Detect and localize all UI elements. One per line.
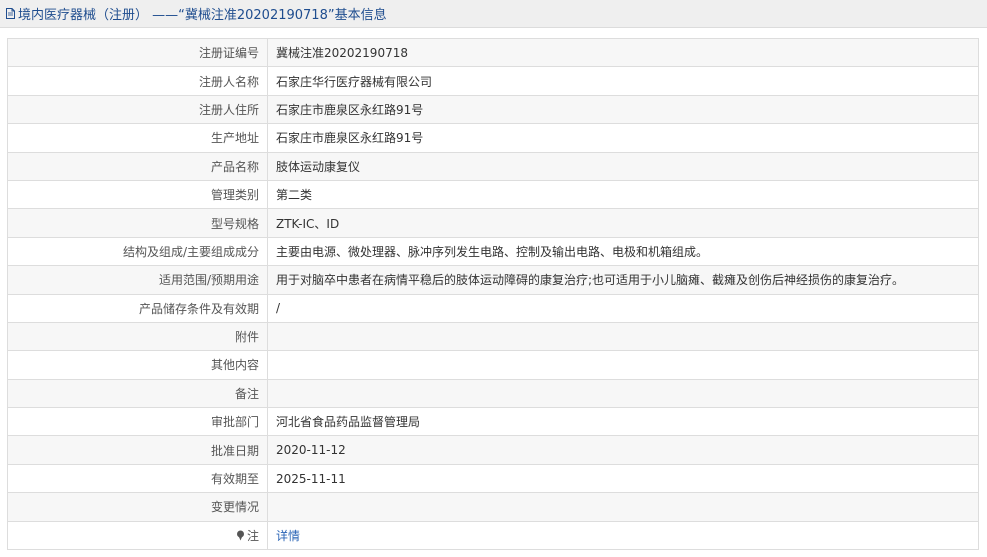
row-value: 冀械注准20202190718 [267,37,979,68]
page-header: 境内医疗器械（注册） ——“冀械注准20202190718”基本信息 [0,0,987,28]
row-label: 型号规格 [7,208,268,238]
table-row: 生产地址 石家庄市鹿泉区永红路91号 [7,123,979,153]
table-row: 管理类别 第二类 [7,179,979,210]
row-value: 石家庄华行医疗器械有限公司 [267,66,979,96]
info-table: 注册证编号 冀械注准20202190718 注册人名称 石家庄华行医疗器械有限公… [7,37,979,551]
table-row: 产品名称 肢体运动康复仪 [7,151,979,181]
table-row: 变更情况 [7,492,979,522]
row-label: 产品储存条件及有效期 [7,293,268,323]
row-value: 2025-11-11 [267,463,979,494]
row-label: 审批部门 [7,407,268,437]
table-row: 其他内容 [7,350,979,380]
table-row: 注册证编号 冀械注准20202190718 [7,37,979,68]
row-value: 用于对脑卒中患者在病情平稳后的肢体运动障碍的康复治疗;也可适用于小儿脑瘫、截瘫及… [267,265,979,295]
row-value [267,321,979,352]
row-value: 2020-11-12 [267,435,979,465]
details-link[interactable]: 详情 [276,529,300,543]
row-value: 河北省食品药品监督管理局 [267,407,979,437]
row-label: 注册人住所 [7,94,268,125]
row-value [267,492,979,522]
table-row: 审批部门 河北省食品药品监督管理局 [7,407,979,437]
row-label: 备注 [7,378,268,409]
pin-icon [236,530,245,541]
note-label-cell: 注 [7,520,268,551]
table-row: 产品储存条件及有效期 / [7,293,979,323]
table-row: 结构及组成/主要组成成分 主要由电源、微处理器、脉冲序列发生电路、控制及输出电路… [7,236,979,267]
row-label: 结构及组成/主要组成成分 [7,236,268,267]
row-label: 注册证编号 [7,37,268,68]
page-title: 境内医疗器械（注册） ——“冀械注准20202190718”基本信息 [18,8,387,23]
table-row: 批准日期 2020-11-12 [7,435,979,465]
row-label: 附件 [7,321,268,352]
info-table-container: 注册证编号 冀械注准20202190718 注册人名称 石家庄华行医疗器械有限公… [7,37,979,551]
table-row: 注册人名称 石家庄华行医疗器械有限公司 [7,66,979,96]
table-row: 适用范围/预期用途 用于对脑卒中患者在病情平稳后的肢体运动障碍的康复治疗;也可适… [7,265,979,295]
row-label: 管理类别 [7,179,268,210]
document-icon [6,8,15,19]
row-label: 生产地址 [7,123,268,153]
note-label: 注 [246,528,259,543]
row-value: 第二类 [267,179,979,210]
table-row: 注 详情 [7,520,979,551]
row-label: 其他内容 [7,350,268,380]
row-value: ZTK-IC、ID [267,208,979,238]
row-label: 适用范围/预期用途 [7,265,268,295]
row-value: 主要由电源、微处理器、脉冲序列发生电路、控制及输出电路、电极和机箱组成。 [267,236,979,267]
row-label: 有效期至 [7,463,268,494]
table-row: 备注 [7,378,979,409]
row-label: 变更情况 [7,492,268,522]
table-row: 有效期至 2025-11-11 [7,463,979,494]
table-row: 附件 [7,321,979,352]
row-value: 肢体运动康复仪 [267,151,979,181]
table-row: 注册人住所 石家庄市鹿泉区永红路91号 [7,94,979,125]
row-value: 石家庄市鹿泉区永红路91号 [267,123,979,153]
row-label: 注册人名称 [7,66,268,96]
row-label: 批准日期 [7,435,268,465]
row-value: / [267,293,979,323]
note-value-cell: 详情 [267,520,979,551]
row-value [267,350,979,380]
table-row: 型号规格 ZTK-IC、ID [7,208,979,238]
row-value: 石家庄市鹿泉区永红路91号 [267,94,979,125]
row-label: 产品名称 [7,151,268,181]
row-value [267,378,979,409]
